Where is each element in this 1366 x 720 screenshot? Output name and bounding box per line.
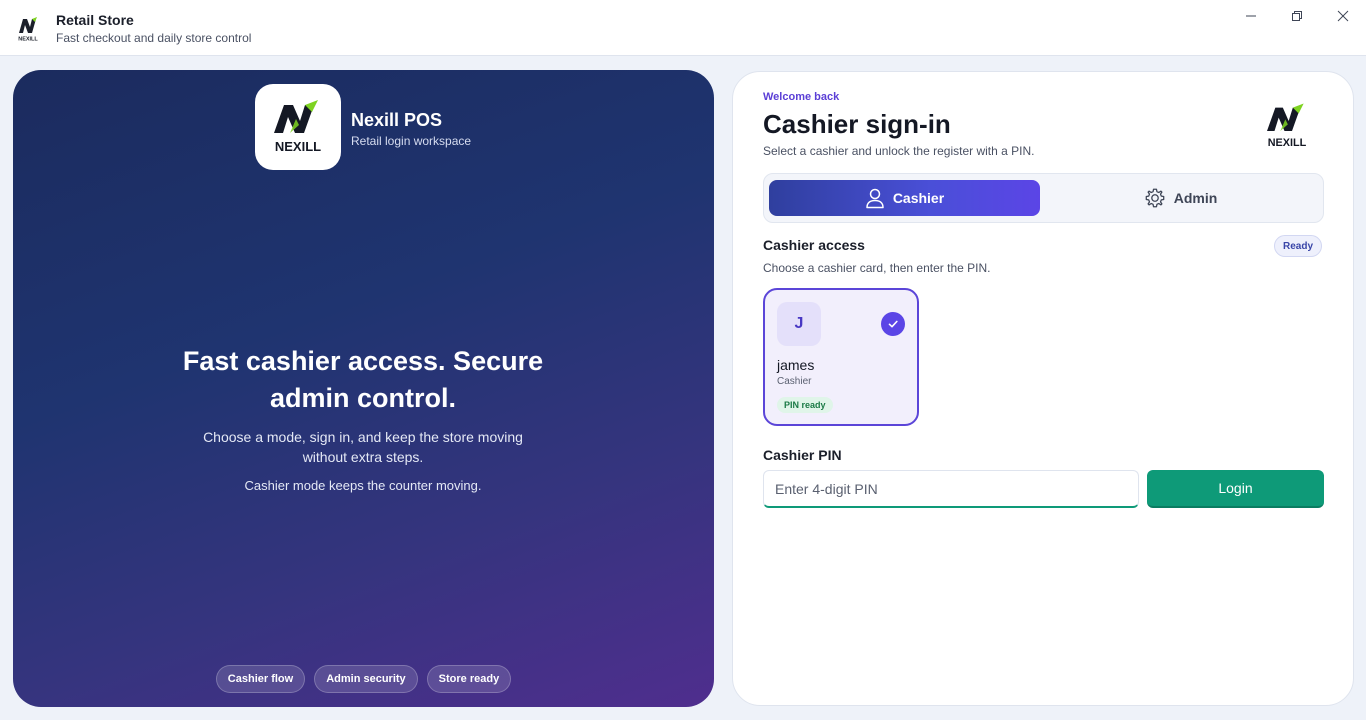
svg-text:NEXILL: NEXILL [1268, 137, 1307, 149]
hero-logo: NEXILL [255, 84, 341, 170]
cashier-access-subtitle: Choose a cashier card, then enter the PI… [763, 261, 991, 275]
tab-cashier-label: Cashier [892, 190, 945, 206]
title-bar: NEXILL Retail Store Fast checkout and da… [0, 0, 1366, 56]
brand-subtitle: Retail login workspace [351, 134, 472, 148]
hero-panel: NEXILL Nexill POS Retail login workspace… [13, 70, 714, 707]
tab-admin[interactable]: Admin [1045, 180, 1316, 216]
nexill-logo-icon: NEXILL [1267, 103, 1307, 149]
mode-switch: Cashier Admin [763, 173, 1324, 223]
cashier-card-james[interactable]: J james Cashier PIN ready [763, 288, 919, 426]
tab-cashier[interactable]: Cashier [769, 180, 1040, 216]
signin-card: Welcome back Cashier sign-in Select a ca… [732, 71, 1354, 706]
hero-note: Cashier mode keeps the counter moving. [244, 478, 482, 493]
maximize-button[interactable] [1274, 4, 1320, 28]
brand-name: Nexill POS [351, 110, 443, 130]
signin-subtitle: Select a cashier and unlock the register… [763, 144, 1035, 158]
minimize-button[interactable] [1228, 4, 1274, 28]
check-icon [881, 312, 905, 336]
card-logo: NEXILL [1254, 97, 1320, 155]
maximize-icon [1292, 11, 1302, 21]
pin-label: Cashier PIN [763, 447, 842, 463]
user-icon [866, 188, 884, 209]
pin-input[interactable] [763, 470, 1139, 508]
svg-text:NEXILL: NEXILL [18, 37, 38, 43]
hero-headline: Fast cashier access. Secure admin contro… [182, 346, 544, 413]
window-subtitle: Fast checkout and daily store control [56, 31, 252, 45]
avatar: J [777, 302, 821, 346]
pin-status-badge: PIN ready [777, 397, 833, 413]
signin-title: Cashier sign-in [763, 109, 951, 139]
chip-cashier-flow[interactable]: Cashier flow [215, 665, 306, 693]
close-button[interactable] [1320, 4, 1366, 28]
window-title: Retail Store [56, 12, 134, 28]
nexill-logo-icon: NEXILL [274, 100, 321, 154]
status-badge: Ready [1274, 235, 1323, 257]
hero-description: Choose a mode, sign in, and keep the sto… [203, 429, 523, 465]
chip-admin-security[interactable]: Admin security [314, 665, 418, 693]
nexill-logo-icon: NEXILL [16, 14, 40, 43]
tab-admin-label: Admin [1173, 190, 1218, 206]
login-button[interactable]: Login [1147, 470, 1324, 508]
cashier-access-title: Cashier access [763, 237, 865, 253]
gear-icon [1145, 188, 1165, 208]
cashier-name: james [777, 357, 815, 373]
welcome-eyebrow: Welcome back [763, 91, 840, 103]
close-icon [1337, 10, 1349, 22]
feature-chips: Cashier flow Admin security Store ready [13, 665, 714, 693]
chip-store-ready[interactable]: Store ready [426, 665, 512, 693]
svg-text:NEXILL: NEXILL [275, 139, 321, 154]
minimize-icon [1246, 15, 1256, 17]
cashier-role: Cashier [777, 376, 812, 387]
